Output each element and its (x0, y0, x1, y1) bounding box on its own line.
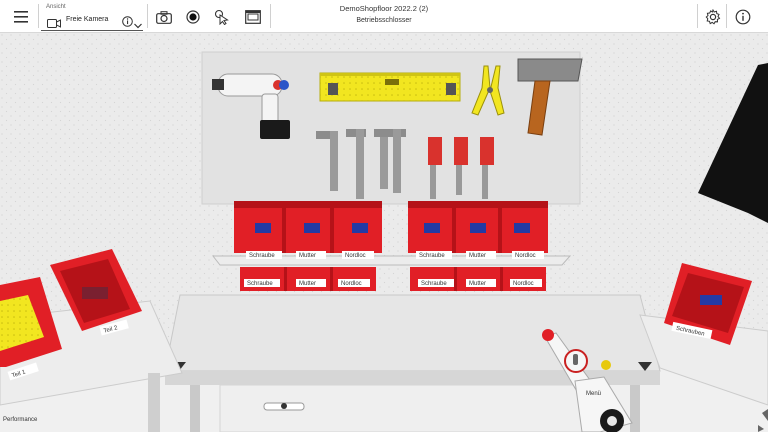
upper-right-bins (408, 201, 548, 253)
document-subtitle: Betriebsschlosser (356, 17, 412, 24)
bin-label: Mutter (469, 281, 486, 287)
left-table-leg (148, 373, 160, 432)
bin-label: Mutter (299, 281, 316, 287)
upper-left-bins (234, 201, 382, 253)
bin-label: Mutter (299, 253, 316, 259)
bin-label: Mutter (469, 253, 486, 259)
controller-menu-label: Menü (586, 391, 601, 397)
info-circle-icon[interactable] (732, 6, 754, 28)
bin-label: Nordloc (515, 253, 536, 259)
upper-left-bin-labels: Schraube Mutter Nordloc (246, 251, 374, 259)
bin-label: Schraube (247, 281, 273, 287)
lower-left-bin-labels: Schraube Mutter Nordloc (244, 279, 370, 287)
bin-label: Nordloc (513, 281, 534, 287)
bin-label: Schraube (419, 253, 445, 259)
toolbar-separator (697, 4, 698, 28)
performance-label: Performance (3, 417, 38, 423)
document-title: DemoShopfloor 2022.2 (2) (339, 4, 429, 13)
toolbar-separator (726, 4, 727, 28)
small-controller-icon[interactable] (263, 402, 305, 411)
spirit-level-icon[interactable] (319, 72, 461, 102)
top-toolbar: Ansicht Freie Kamera DemoShopfloor 2022.… (0, 0, 768, 33)
settings-gear-icon[interactable] (702, 6, 724, 28)
lower-right-bin-labels: Schraube Mutter Nordloc (418, 279, 542, 287)
bin-label: Schraube (421, 281, 447, 287)
upper-right-bin-labels: Schraube Mutter Nordloc (416, 251, 544, 259)
bin-label: Schraube (249, 253, 275, 259)
workbench-leg (190, 385, 200, 432)
workbench-leg (630, 385, 640, 432)
bin-label: Nordloc (345, 253, 366, 259)
3d-workshop-viewport[interactable]: Schraube Mutter Nordloc Schraube Mutter … (0, 33, 768, 432)
bin-label: Nordloc (341, 281, 362, 287)
